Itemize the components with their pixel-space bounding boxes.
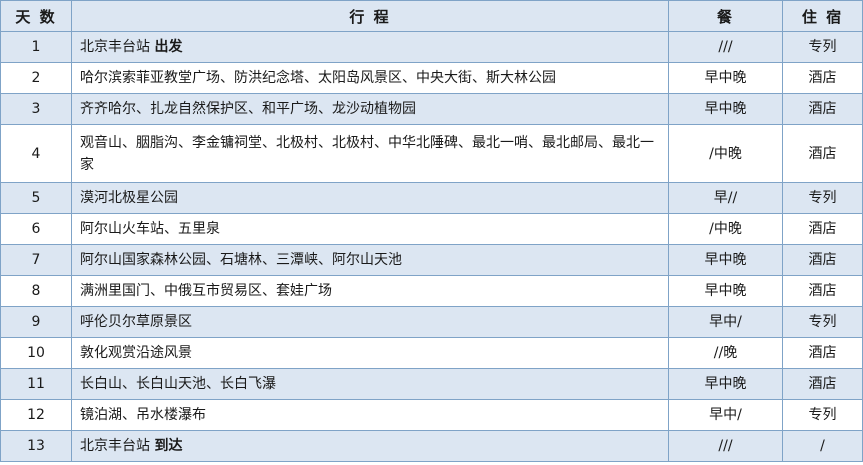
route-cell: 镜泊湖、吊水楼瀑布 — [71, 399, 669, 431]
route-text: 阿尔山国家森林公园、石塘林、三潭峡、阿尔山天池 — [80, 252, 402, 268]
route-cell: 阿尔山国家森林公园、石塘林、三潭峡、阿尔山天池 — [71, 244, 669, 276]
route-status: 到达 — [154, 438, 183, 454]
route-text: 北京丰台站 — [80, 39, 155, 55]
stay-cell: 专列 — [782, 399, 863, 431]
header-meal: 餐 — [668, 0, 783, 32]
table-row: 4 观音山、胭脂沟、李金镛祠堂、北极村、北极村、中华北陲碑、最北一哨、最北邮局、最… — [0, 124, 863, 183]
route-text: 镜泊湖、吊水楼瀑布 — [80, 407, 206, 423]
route-cell: 敦化观赏沿途风景 — [71, 337, 669, 369]
route-cell: 呼伦贝尔草原景区 — [71, 306, 669, 338]
route-cell: 观音山、胭脂沟、李金镛祠堂、北极村、北极村、中华北陲碑、最北一哨、最北邮局、最北… — [71, 124, 669, 183]
stay-cell: 酒店 — [782, 368, 863, 400]
route-cell: 北京丰台站 出发 — [71, 31, 669, 63]
table-row: 10 敦化观赏沿途风景 //晚 酒店 — [0, 337, 863, 369]
day-cell: 13 — [0, 430, 72, 462]
route-text: 长白山、长白山天池、长白飞瀑 — [80, 376, 276, 392]
itinerary-table: 天 数 行 程 餐 住 宿 1 北京丰台站 出发///专列 2 哈尔滨索菲亚教堂广场、… — [0, 0, 863, 462]
header-row: 天 数 行 程 餐 住 宿 — [0, 0, 863, 32]
stay-cell: 酒店 — [782, 244, 863, 276]
stay-cell: 专列 — [782, 306, 863, 338]
stay-cell: 酒店 — [782, 93, 863, 125]
table-row: 11 长白山、长白山天池、长白飞瀑 早中晚 酒店 — [0, 368, 863, 400]
day-cell: 1 — [0, 31, 72, 63]
route-status: 出发 — [154, 39, 183, 55]
meal-cell: //晚 — [668, 337, 783, 369]
meal-cell: 早中晚 — [668, 62, 783, 94]
stay-cell: / — [782, 430, 863, 462]
meal-cell: 早中晚 — [668, 93, 783, 125]
stay-cell: 酒店 — [782, 337, 863, 369]
meal-cell: 早中/ — [668, 306, 783, 338]
route-cell: 阿尔山火车站、五里泉 — [71, 213, 669, 245]
table-row: 9 呼伦贝尔草原景区 早中/专列 — [0, 306, 863, 338]
meal-cell: /// — [668, 430, 783, 462]
stay-cell: 酒店 — [782, 275, 863, 307]
stay-cell: 专列 — [782, 31, 863, 63]
table-row: 8 满洲里国门、中俄互市贸易区、套娃广场 早中晚 酒店 — [0, 275, 863, 307]
meal-cell: /// — [668, 31, 783, 63]
stay-cell: 酒店 — [782, 213, 863, 245]
route-text: 哈尔滨索菲亚教堂广场、防洪纪念塔、太阳岛风景区、中央大街、斯大林公园 — [80, 70, 556, 86]
table-row: 2 哈尔滨索菲亚教堂广场、防洪纪念塔、太阳岛风景区、中央大街、斯大林公园 早中晚 酒店 — [0, 62, 863, 94]
route-text: 满洲里国门、中俄互市贸易区、套娃广场 — [80, 283, 332, 299]
meal-cell: /中晚 — [668, 213, 783, 245]
meal-cell: /中晚 — [668, 124, 783, 183]
day-cell: 8 — [0, 275, 72, 307]
route-text: 阿尔山火车站、五里泉 — [80, 221, 220, 237]
meal-cell: 早中晚 — [668, 368, 783, 400]
day-cell: 9 — [0, 306, 72, 338]
stay-cell: 专列 — [782, 182, 863, 214]
route-cell: 满洲里国门、中俄互市贸易区、套娃广场 — [71, 275, 669, 307]
day-cell: 10 — [0, 337, 72, 369]
route-cell: 哈尔滨索菲亚教堂广场、防洪纪念塔、太阳岛风景区、中央大街、斯大林公园 — [71, 62, 669, 94]
day-cell: 4 — [0, 124, 72, 183]
table-row: 7 阿尔山国家森林公园、石塘林、三潭峡、阿尔山天池 早中晚 酒店 — [0, 244, 863, 276]
day-cell: 6 — [0, 213, 72, 245]
table-row: 6 阿尔山火车站、五里泉/中晚 酒店 — [0, 213, 863, 245]
meal-cell: 早// — [668, 182, 783, 214]
day-cell: 7 — [0, 244, 72, 276]
route-text: 观音山、胭脂沟、李金镛祠堂、北极村、北极村、中华北陲碑、最北一哨、最北邮局、最北… — [80, 134, 654, 173]
table-row: 5 漠河北极星公园 早//专列 — [0, 182, 863, 214]
route-text: 北京丰台站 — [80, 438, 155, 454]
table-row: 1 北京丰台站 出发///专列 — [0, 31, 863, 63]
meal-cell: 早中晚 — [668, 244, 783, 276]
header-day: 天 数 — [0, 0, 72, 32]
route-text: 漠河北极星公园 — [80, 190, 178, 206]
meal-cell: 早中/ — [668, 399, 783, 431]
stay-cell: 酒店 — [782, 124, 863, 183]
table-row: 13 北京丰台站 到达//// — [0, 430, 863, 462]
day-cell: 12 — [0, 399, 72, 431]
route-cell: 北京丰台站 到达 — [71, 430, 669, 462]
route-text: 呼伦贝尔草原景区 — [80, 314, 192, 330]
day-cell: 2 — [0, 62, 72, 94]
header-route: 行 程 — [71, 0, 669, 32]
table-header: 天 数 行 程 餐 住 宿 — [0, 0, 863, 32]
day-cell: 11 — [0, 368, 72, 400]
route-text: 齐齐哈尔、扎龙自然保护区、和平广场、龙沙动植物园 — [80, 101, 416, 117]
route-cell: 漠河北极星公园 — [71, 182, 669, 214]
day-cell: 3 — [0, 93, 72, 125]
route-cell: 长白山、长白山天池、长白飞瀑 — [71, 368, 669, 400]
header-stay: 住 宿 — [782, 0, 863, 32]
stay-cell: 酒店 — [782, 62, 863, 94]
meal-cell: 早中晚 — [668, 275, 783, 307]
route-text: 敦化观赏沿途风景 — [80, 345, 192, 361]
table-body: 1 北京丰台站 出发///专列 2 哈尔滨索菲亚教堂广场、防洪纪念塔、太阳岛风景区、中… — [0, 31, 863, 462]
table-row: 12 镜泊湖、吊水楼瀑布 早中/专列 — [0, 399, 863, 431]
day-cell: 5 — [0, 182, 72, 214]
table-row: 3 齐齐哈尔、扎龙自然保护区、和平广场、龙沙动植物园 早中晚 酒店 — [0, 93, 863, 125]
route-cell: 齐齐哈尔、扎龙自然保护区、和平广场、龙沙动植物园 — [71, 93, 669, 125]
